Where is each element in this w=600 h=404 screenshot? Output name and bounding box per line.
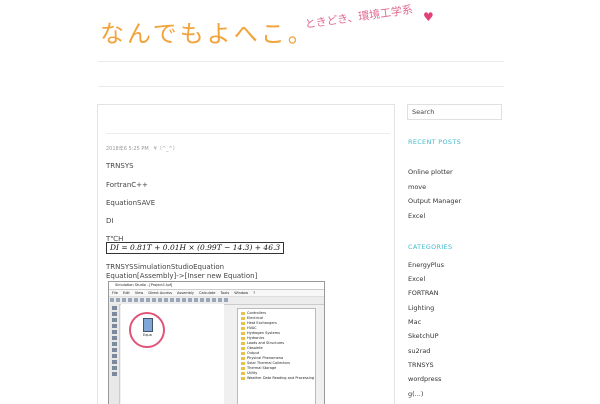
tool-icon [111, 324, 117, 328]
category-link[interactable]: TRNSYS [408, 361, 434, 369]
tool-icon [111, 342, 117, 346]
screenshot-menu-item: Window [234, 291, 249, 295]
toolbar-icon [146, 298, 150, 302]
screenshot-menu-item: Tools [220, 291, 230, 295]
category-link[interactable]: su2rad [408, 347, 430, 355]
toolbar-icon [182, 298, 186, 302]
tool-icon [111, 336, 117, 340]
folder-icon [241, 371, 245, 375]
toolbar-icon [176, 298, 180, 302]
toolbar-icon [110, 298, 114, 302]
equation-icon [143, 318, 153, 332]
toolbar-icon [206, 298, 210, 302]
folder-icon [241, 336, 245, 340]
post-line-studio: TRNSYSSimulationStudioEquation [106, 263, 225, 271]
tool-icon [111, 306, 117, 310]
category-link[interactable]: Excel [408, 275, 425, 283]
recent-post-link[interactable]: move [408, 183, 426, 191]
category-link[interactable]: Lighting [408, 304, 434, 312]
screenshot-side-toolbar [109, 304, 120, 404]
tool-icon [111, 366, 117, 370]
recent-post-link[interactable]: Online plotter [408, 168, 453, 176]
toolbar-icon [212, 298, 216, 302]
tool-icon [111, 372, 117, 376]
tool-icon [111, 312, 117, 316]
screenshot-component-tree: Controllers Electrical Heat Exchangers H… [237, 308, 316, 404]
categories-heading: CATEGORIES [408, 243, 453, 251]
screenshot-menu-item: Assembly [177, 291, 194, 295]
header-divider-bottom [98, 86, 504, 87]
recent-post-link[interactable]: Excel [408, 212, 425, 220]
toolbar-icon [218, 298, 222, 302]
category-link[interactable]: Mac [408, 318, 421, 326]
post-meta: 2018年6 5:25 PM ¥（^_^） [106, 146, 178, 152]
toolbar-icon [128, 298, 132, 302]
toolbar-icon [200, 298, 204, 302]
toolbar-icon [194, 298, 198, 302]
folder-icon [241, 346, 245, 350]
search-input[interactable] [407, 104, 502, 120]
post-line-di: DI [106, 217, 114, 225]
folder-icon [241, 351, 245, 355]
simulation-studio-screenshot: Simulation Studio - [Project1.tpf] File … [108, 281, 325, 404]
header-divider-top [98, 61, 504, 62]
screenshot-canvas: Equa [121, 304, 224, 404]
heart-icon: ♥ [423, 10, 434, 24]
recent-posts-heading: RECENT POSTS [408, 138, 462, 146]
folder-icon [241, 376, 245, 380]
folder-icon [241, 311, 245, 315]
category-link[interactable]: g(...) [408, 390, 423, 398]
discomfort-index-equation: DI = 0.81T + 0.01H × (0.99T − 14.3) + 46… [106, 242, 285, 254]
folder-icon [241, 366, 245, 370]
toolbar-icon [170, 298, 174, 302]
screenshot-title: Simulation Studio - [Project1.tpf] [109, 282, 324, 290]
tree-item: Weather Data Reading and Processing [241, 376, 314, 381]
tool-icon [111, 330, 117, 334]
tool-icon [111, 360, 117, 364]
post-article: 2018年6 5:25 PM ¥（^_^） TRNSYS FortranC++ … [97, 104, 395, 404]
folder-icon [241, 326, 245, 330]
post-line-insert: Equation[Assembly]->[Inser new Equation] [106, 272, 258, 280]
tool-icon [111, 318, 117, 322]
site-logo[interactable]: なんでもよへこ。 [100, 14, 315, 49]
post-title-divider [106, 133, 390, 134]
tool-icon [111, 348, 117, 352]
toolbar-icon [140, 298, 144, 302]
folder-icon [241, 356, 245, 360]
post-line-trnsys: TRNSYS [106, 162, 134, 170]
recent-post-link[interactable]: Output Manager [408, 197, 461, 205]
toolbar-icon [122, 298, 126, 302]
toolbar-icon [152, 298, 156, 302]
screenshot-menu-item: Direct Access [148, 291, 172, 295]
screenshot-menu-item: File [112, 291, 118, 295]
folder-icon [241, 321, 245, 325]
folder-icon [241, 331, 245, 335]
toolbar-icon [116, 298, 120, 302]
category-link[interactable]: wordpress [408, 375, 441, 383]
folder-icon [241, 341, 245, 345]
post-line-equation-save: EquationSAVE [106, 199, 156, 207]
folder-icon [241, 361, 245, 365]
toolbar-icon [188, 298, 192, 302]
category-link[interactable]: EnergyPlus [408, 261, 444, 269]
toolbar-icon [164, 298, 168, 302]
site-tagline: ときどき、環境工学系 [304, 2, 414, 32]
toolbar-icon [224, 298, 228, 302]
screenshot-menu-item: ? [253, 291, 256, 295]
folder-icon [241, 316, 245, 320]
toolbar-icon [134, 298, 138, 302]
toolbar-icon [158, 298, 162, 302]
category-link[interactable]: SketchUP [408, 332, 439, 340]
tool-icon [111, 354, 117, 358]
screenshot-menu: File Edit View Direct Access Assembly Ca… [109, 290, 324, 297]
post-line-fortran: FortranC++ [106, 181, 148, 189]
screenshot-menu-item: View [134, 291, 144, 295]
equation-label: Equa [143, 333, 152, 337]
screenshot-menu-item: Edit [122, 291, 130, 295]
category-link[interactable]: FORTRAN [408, 289, 438, 297]
screenshot-menu-item: Calculate [199, 291, 216, 295]
